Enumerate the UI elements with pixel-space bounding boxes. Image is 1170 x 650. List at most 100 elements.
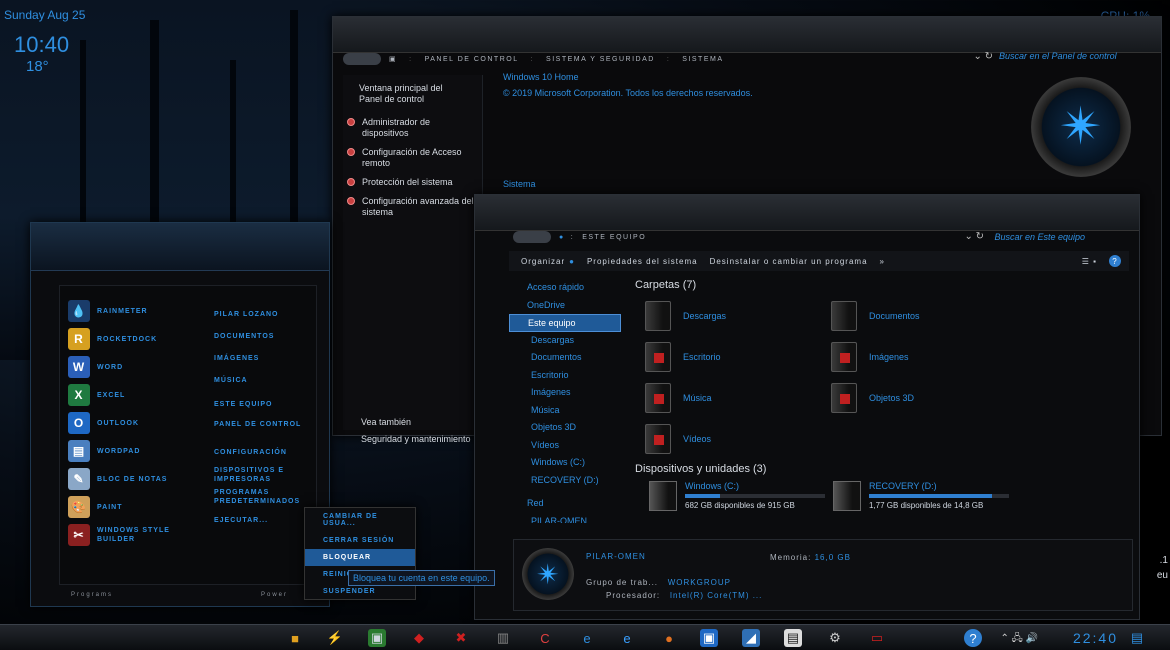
power-button[interactable]: Power [261,592,288,598]
nav-pictures[interactable]: Imágenes [509,384,621,402]
computer-name: PILAR-OMEN [586,552,646,561]
remote-access-link[interactable]: Configuración de Acceso remoto [343,143,482,173]
system-properties-button[interactable]: Propiedades del sistema [587,257,698,266]
place-this-pc[interactable]: Este equipo [214,400,314,409]
place-user[interactable]: Pilar Lozano [214,310,314,319]
nav-documents[interactable]: Documentos [509,349,621,367]
app-word[interactable]: W Word [68,356,123,378]
command-bar: Organizar ● Propiedades del sistema Desi… [509,251,1129,271]
folder-icon [645,301,671,331]
view-options-icon[interactable]: ☰ ▪ [1082,257,1097,266]
app-icon[interactable]: ✖ [452,629,470,647]
window-titlebar[interactable] [475,195,1139,231]
app-rocketdock[interactable]: R RocketDock [68,328,157,350]
place-music[interactable]: Música [214,376,314,385]
taskbar-clock[interactable]: 22:40 [1073,630,1118,646]
nav-quick-access[interactable]: Acceso rápido [509,279,621,297]
nav-drive-c[interactable]: Windows (C:) [509,454,621,472]
app-paint[interactable]: 🎨 Paint [68,496,122,518]
back-forward-buttons[interactable] [513,231,551,243]
place-pictures[interactable]: Imágenes [214,354,314,363]
navigation-pane: Acceso rápido OneDrive Este equipo Desca… [509,279,621,541]
drive-c[interactable]: Windows (C:) 682 GB disponibles de 915 G… [649,481,825,511]
nav-network[interactable]: Red [509,495,621,513]
search-input[interactable]: Buscar en el Panel de control [999,51,1149,61]
drive-name: RECOVERY (D:) [869,481,937,491]
refresh-icon[interactable]: ⌄ ↻ [973,51,993,62]
nav-desktop[interactable]: Escritorio [509,367,621,385]
firefox-icon[interactable]: ● [660,629,678,647]
refresh-icon[interactable]: ⌄ ↻ [964,231,984,242]
app-outlook[interactable]: O Outlook [68,412,139,434]
nav-drive-d[interactable]: RECOVERY (D:) [509,472,621,490]
back-forward-buttons[interactable] [343,53,381,65]
breadcrumb-item[interactable]: Sistema y seguridad [546,56,655,63]
app-icon[interactable]: ▥ [494,629,512,647]
edge-icon[interactable]: e [578,629,596,647]
system-protection-link[interactable]: Protección del sistema [343,173,482,192]
notifications-icon[interactable]: ▤ [1128,629,1146,647]
place-devices-printers[interactable]: Dispositivos e impresoras [214,466,314,484]
nav-downloads[interactable]: Descargas [509,332,621,350]
control-panel-home-link[interactable]: Ventana principal del Panel de control [343,75,482,113]
app-icon[interactable]: ⚡ [326,629,344,647]
place-documents[interactable]: Documentos [214,332,314,341]
place-run[interactable]: Ejecutar... [214,516,314,525]
folders-heading[interactable]: Carpetas (7) [635,279,1125,291]
place-settings[interactable]: Configuración [214,448,314,457]
uninstall-program-button[interactable]: Desinstalar o cambiar un programa [710,257,868,266]
start-menu-header [31,223,329,271]
app-icon[interactable]: ◢ [742,629,760,647]
nav-music[interactable]: Música [509,402,621,420]
breadcrumb-item[interactable]: Este equipo [582,234,646,241]
app-icon[interactable]: ▭ [868,629,886,647]
breadcrumb-item[interactable]: Sistema [682,56,723,63]
app-style-builder[interactable]: ✂ Windows Style Builder [68,524,208,546]
start-icon[interactable]: ■ [286,629,304,647]
nav-videos[interactable]: Vídeos [509,437,621,455]
address-bar[interactable]: ● : Este equipo [513,231,646,243]
app-rainmeter[interactable]: 💧 Rainmeter [68,300,148,322]
nav-onedrive[interactable]: OneDrive [509,297,621,315]
help-icon[interactable]: ? [964,629,982,647]
app-icon[interactable]: C [536,629,554,647]
app-icon[interactable]: ⚙ [826,629,844,647]
drive-d[interactable]: RECOVERY (D:) 1,77 GB disponibles de 14,… [833,481,1009,511]
app-excel[interactable]: X Excel [68,384,125,406]
folder-music[interactable]: Música [645,383,712,413]
programs-button[interactable]: Programs [71,592,113,598]
folder-pictures[interactable]: Imágenes [831,342,909,372]
security-maintenance-link[interactable]: Seguridad y mantenimiento [361,434,471,444]
app-icon[interactable]: ◆ [410,629,428,647]
help-icon[interactable]: ? [1109,255,1121,267]
folder-3d-objects[interactable]: Objetos 3D [831,383,914,413]
place-default-programs[interactable]: Programas predeterminados [214,488,314,506]
folder-desktop[interactable]: Escritorio [645,342,721,372]
switch-user-item[interactable]: Cambiar de usua... [305,508,415,532]
search-input[interactable]: Buscar en Este equipo [994,232,1085,242]
lock-item[interactable]: Bloquear [305,549,415,566]
system-tray-icons[interactable]: ⌃ 🖧 🔊 [1000,631,1038,648]
window-titlebar[interactable] [333,17,1161,53]
advanced-settings-link[interactable]: Configuración avanzada del sistema [343,192,482,222]
breadcrumb-item[interactable]: Panel de control [425,56,519,63]
organize-button[interactable]: Organizar [521,257,565,266]
app-wordpad[interactable]: ▤ WordPad [68,440,140,462]
app-icon[interactable]: ▣ [368,629,386,647]
folder-videos[interactable]: Vídeos [645,424,711,454]
store-icon[interactable]: ▣ [700,629,718,647]
nav-pc-name[interactable]: PILAR-OMEN [509,513,621,523]
app-notepad[interactable]: ✎ Bloc de notas [68,468,167,490]
drives-heading[interactable]: Dispositivos y unidades (3) [635,463,766,475]
ie-icon[interactable]: e [618,629,636,647]
app-icon[interactable]: ▤ [784,629,802,647]
more-button[interactable]: » [880,257,885,266]
folder-downloads[interactable]: Descargas [645,301,726,331]
device-manager-link[interactable]: Administrador de dispositivos [343,113,482,143]
folder-documents[interactable]: Documentos [831,301,920,331]
place-control-panel[interactable]: Panel de control [214,420,314,429]
nav-3d-objects[interactable]: Objetos 3D [509,419,621,437]
sign-out-item[interactable]: Cerrar sesión [305,532,415,549]
nav-this-pc[interactable]: Este equipo [509,314,621,332]
pentagram-logo-icon: ✴ [522,548,574,600]
